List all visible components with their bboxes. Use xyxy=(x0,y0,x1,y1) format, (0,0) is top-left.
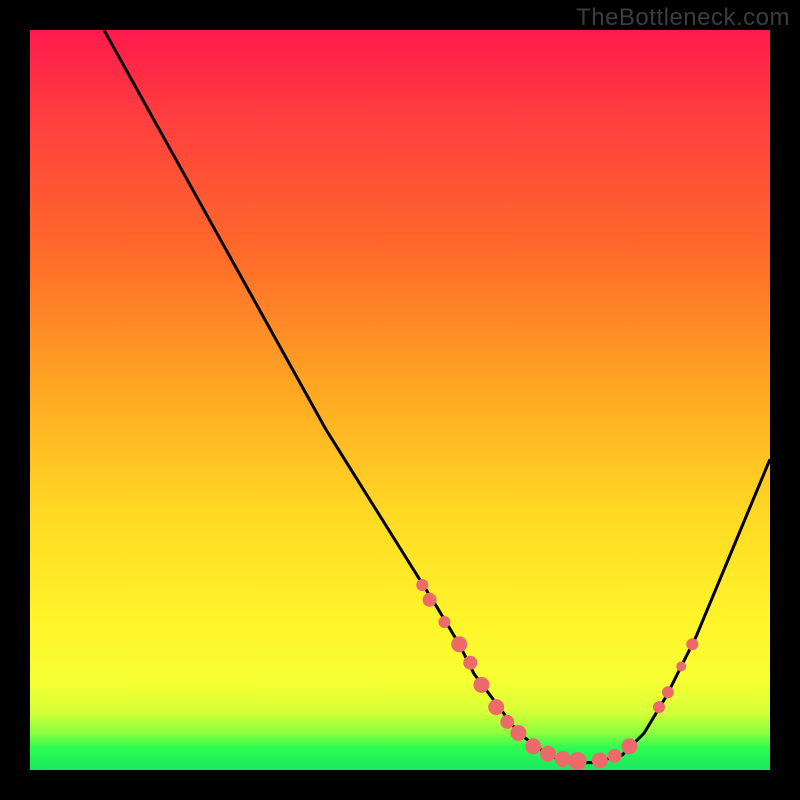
curve-marker xyxy=(653,701,665,713)
curve-marker xyxy=(555,751,571,767)
curve-marker xyxy=(473,677,489,693)
curve-marker xyxy=(686,638,698,650)
curve-marker xyxy=(621,738,637,754)
curve-marker xyxy=(423,593,437,607)
curve-marker xyxy=(525,738,541,754)
watermark-text: TheBottleneck.com xyxy=(576,4,790,32)
curve-marker xyxy=(463,656,477,670)
curve-marker xyxy=(500,715,514,729)
curve-marker xyxy=(451,636,467,652)
curve-marker xyxy=(676,661,686,671)
curve-layer xyxy=(30,30,770,770)
curve-marker xyxy=(662,686,674,698)
curve-marker xyxy=(540,746,556,762)
curve-markers xyxy=(416,579,698,770)
curve-marker xyxy=(592,752,608,768)
chart-stage: TheBottleneck.com xyxy=(0,0,800,800)
curve-marker xyxy=(438,616,450,628)
curve-marker xyxy=(488,699,504,715)
curve-marker xyxy=(569,752,587,770)
curve-marker xyxy=(416,579,428,591)
plot-area xyxy=(30,30,770,770)
bottleneck-curve xyxy=(104,30,770,763)
curve-marker xyxy=(608,749,622,763)
curve-marker xyxy=(510,725,526,741)
